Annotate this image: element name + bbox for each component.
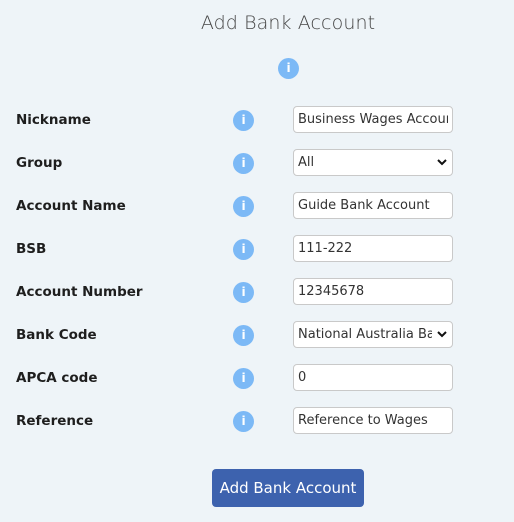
account-number-input[interactable] [293, 278, 453, 305]
reference-label: Reference [16, 413, 94, 429]
info-icon[interactable]: i [233, 325, 254, 346]
info-icon[interactable]: i [233, 196, 254, 217]
form-row-apca-code: APCA code i [0, 364, 514, 394]
nickname-label: Nickname [16, 112, 91, 128]
account-name-label: Account Name [16, 198, 126, 214]
group-select-wrapper: All [293, 149, 453, 176]
apca-code-label: APCA code [16, 370, 98, 386]
info-icon[interactable]: i [278, 58, 299, 79]
reference-input[interactable] [293, 407, 453, 434]
bank-code-select[interactable]: National Australia Bank [293, 321, 453, 348]
bank-code-label: Bank Code [16, 327, 97, 343]
bsb-input[interactable] [293, 235, 453, 262]
form-row-nickname: Nickname i [0, 106, 514, 136]
form-row-reference: Reference i [0, 407, 514, 437]
bsb-label: BSB [16, 241, 47, 257]
info-icon[interactable]: i [233, 411, 254, 432]
nickname-input[interactable] [293, 106, 453, 133]
form-row-group: Group i All [0, 149, 514, 179]
bank-code-select-wrapper: National Australia Bank [293, 321, 453, 348]
account-number-label: Account Number [16, 284, 143, 300]
info-icon[interactable]: i [233, 368, 254, 389]
info-icon[interactable]: i [233, 282, 254, 303]
form-row-bank-code: Bank Code i National Australia Bank [0, 321, 514, 351]
apca-code-input[interactable] [293, 364, 453, 391]
form-row-bsb: BSB i [0, 235, 514, 265]
page-title: Add Bank Account [200, 12, 376, 34]
account-name-input[interactable] [293, 192, 453, 219]
info-icon[interactable]: i [233, 239, 254, 260]
group-select[interactable]: All [293, 149, 453, 176]
form-row-account-name: Account Name i [0, 192, 514, 222]
group-label: Group [16, 155, 63, 171]
add-bank-account-button[interactable]: Add Bank Account [212, 469, 364, 507]
info-icon[interactable]: i [233, 110, 254, 131]
form-row-account-number: Account Number i [0, 278, 514, 308]
info-icon[interactable]: i [233, 153, 254, 174]
